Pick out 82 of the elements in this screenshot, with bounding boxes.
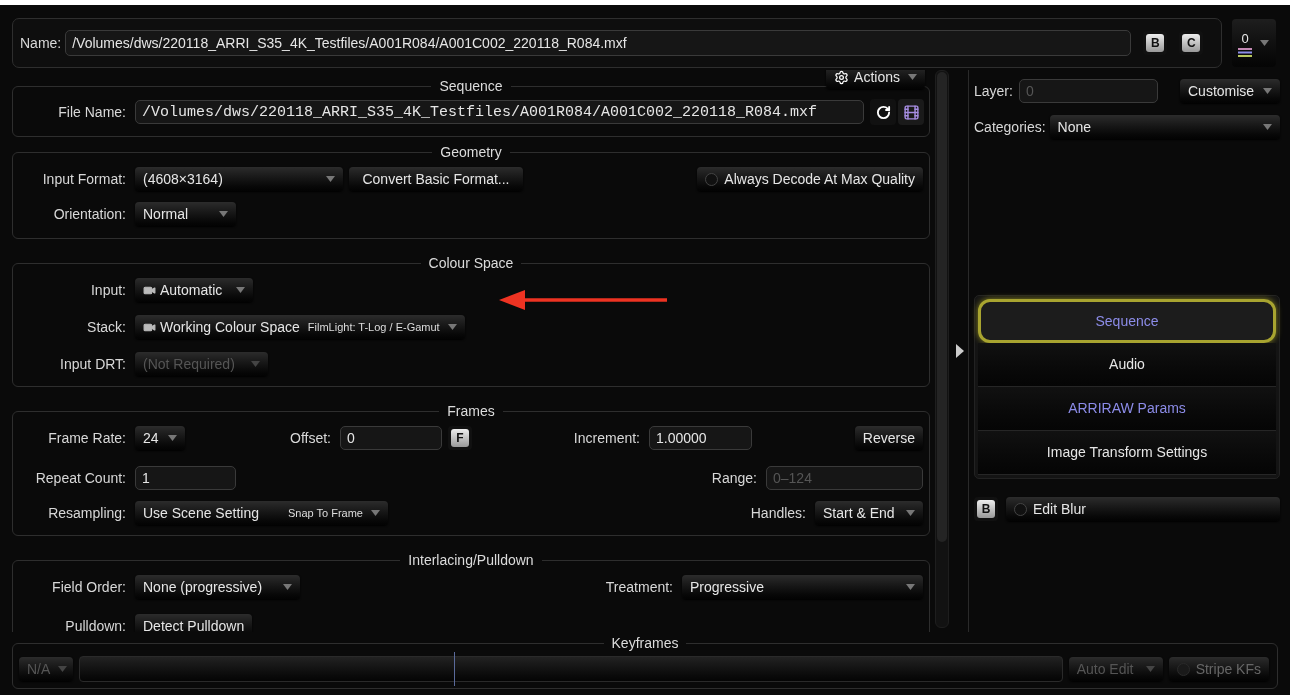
panel-tab[interactable]: Audio <box>978 343 1276 387</box>
field-label: Layer: <box>974 81 1013 101</box>
file-name-field[interactable]: /Volumes/dws/220118_ARRI_S35_4K_Testfiles/A001R084/A001C002_220118_R084.mxf <box>135 100 864 124</box>
field-label: Treatment: <box>604 577 674 597</box>
count-label: 0 <box>1241 29 1249 48</box>
caret-icon <box>1263 124 1272 130</box>
field-label: Input DRT: <box>59 354 127 374</box>
input-field[interactable]: 0–124 <box>766 466 923 490</box>
section-title: Interlacing/Pulldown <box>407 551 535 570</box>
scrollbar-thumb[interactable] <box>937 72 947 542</box>
input-field[interactable]: 0 <box>1018 79 1158 103</box>
dropdown[interactable]: Customise <box>1180 79 1280 103</box>
letter-button[interactable]: F <box>448 426 472 450</box>
caret-icon <box>236 287 245 293</box>
count-dropdown[interactable]: 0 <box>1232 19 1276 67</box>
dropdown[interactable]: Start & End <box>815 501 923 525</box>
stripes-icon <box>1238 48 1252 58</box>
dropdown[interactable]: (4608×3164) <box>135 167 343 191</box>
reverse-button[interactable]: Reverse <box>854 426 923 450</box>
caret-icon <box>326 176 335 182</box>
dropdown[interactable]: Use Scene Setting Snap To Frame <box>135 501 388 525</box>
field-label: Categories: <box>974 117 1046 137</box>
field-label: Pulldown: <box>64 616 127 632</box>
collapse-arrow-icon[interactable] <box>955 344 964 358</box>
section-title: Keyframes <box>610 634 680 653</box>
caret-icon <box>908 74 917 80</box>
caret-icon <box>906 510 915 516</box>
field-label: Increment: <box>572 428 641 448</box>
settings-icon <box>834 70 850 85</box>
section-title: Colour Space <box>427 254 515 273</box>
caret-icon <box>168 435 177 441</box>
edit-blur-toggle[interactable]: Edit Blur <box>1006 497 1280 521</box>
refresh-button[interactable] <box>870 99 896 125</box>
field-label: Range: <box>710 468 758 488</box>
field-label: Input: <box>89 280 127 300</box>
field-label: Orientation: <box>52 204 127 224</box>
name-field[interactable]: /Volumes/dws/220118_ARRI_S35_4K_Testfiles/A001R084/A001C002_220118_R084.mxf <box>65 30 1132 56</box>
field-label: Field Order: <box>51 577 127 597</box>
caret-icon <box>1145 666 1155 672</box>
section-title: Frames <box>446 402 496 421</box>
field-label: Repeat Count: <box>34 468 127 488</box>
caret-icon <box>251 361 260 367</box>
panel-tab[interactable]: Image Transform Settings <box>978 431 1276 475</box>
section-title: Sequence <box>438 77 504 96</box>
field-label: Input Format: <box>41 169 127 189</box>
field-label: Frame Rate: <box>47 428 127 448</box>
caret-icon <box>1263 88 1272 94</box>
dropdown[interactable]: None <box>1049 115 1280 139</box>
field-label: File Name: <box>57 102 127 122</box>
panel-tab[interactable]: Sequence <box>978 299 1276 343</box>
film-button[interactable] <box>898 99 924 125</box>
field-label: Stack: <box>86 317 127 337</box>
caret-icon <box>58 666 68 672</box>
field-label: Handles: <box>749 503 807 523</box>
input-field[interactable]: 1.00000 <box>649 426 752 450</box>
input-field[interactable]: 1 <box>135 466 236 490</box>
scrollbar[interactable] <box>935 70 949 628</box>
field-label: Resampling: <box>47 503 127 523</box>
dropdown[interactable]: 24 <box>135 426 185 450</box>
caret-icon <box>219 211 228 217</box>
caret-icon <box>1260 40 1269 46</box>
section-title: Geometry <box>439 143 503 162</box>
caret-icon <box>447 324 457 330</box>
refresh-icon <box>875 104 891 120</box>
actions-button[interactable]: Actions <box>826 70 925 89</box>
convert-format-button[interactable]: Convert Basic Format... <box>349 167 523 191</box>
detect-pulldown-button[interactable]: Detect Pulldown <box>135 614 253 632</box>
max-quality-toggle[interactable]: Always Decode At Max Quality <box>697 167 923 191</box>
dropdown[interactable]: Working Colour Space FilmLight: T-Log / E-Gamut <box>135 315 465 339</box>
dropdown[interactable]: Normal <box>135 202 236 226</box>
field-label: Offset: <box>289 428 332 448</box>
film-icon <box>902 103 920 121</box>
caret-icon <box>906 584 915 590</box>
caret-icon <box>283 584 292 590</box>
input-field[interactable]: 0 <box>340 426 442 450</box>
letter-button[interactable]: B <box>974 497 998 521</box>
dropdown[interactable]: Progressive <box>682 575 923 599</box>
caret-icon <box>371 510 380 516</box>
panel-tab[interactable]: ARRIRAW Params <box>978 387 1276 431</box>
field-label: Name: <box>20 33 62 53</box>
dropdown[interactable]: Automatic <box>135 278 253 302</box>
dropdown[interactable]: None (progressive) <box>135 575 300 599</box>
